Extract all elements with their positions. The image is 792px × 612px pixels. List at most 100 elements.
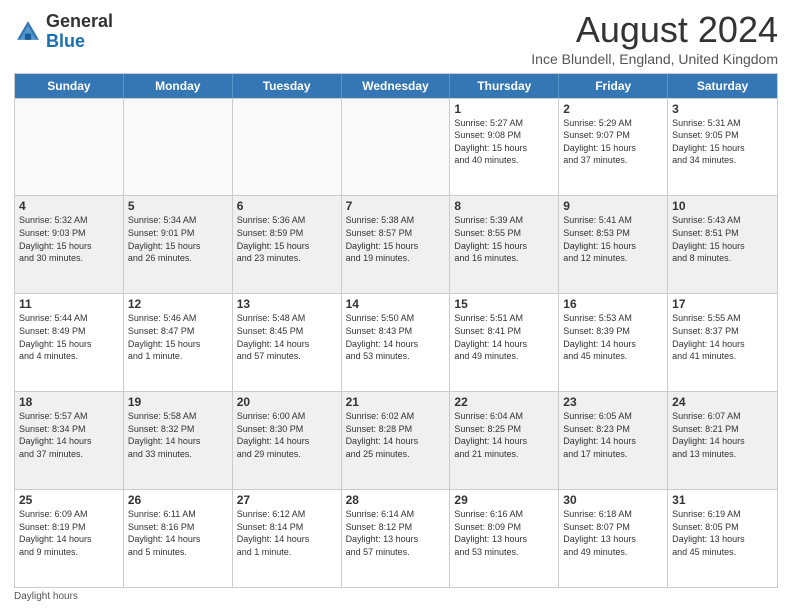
day-info: Sunrise: 6:11 AM Sunset: 8:16 PM Dayligh… [128,508,228,558]
day-cell-11: 11Sunrise: 5:44 AM Sunset: 8:49 PM Dayli… [15,294,124,391]
day-info: Sunrise: 6:04 AM Sunset: 8:25 PM Dayligh… [454,410,554,460]
day-cell-28: 28Sunrise: 6:14 AM Sunset: 8:12 PM Dayli… [342,490,451,587]
day-cell-6: 6Sunrise: 5:36 AM Sunset: 8:59 PM Daylig… [233,196,342,293]
day-cell-19: 19Sunrise: 5:58 AM Sunset: 8:32 PM Dayli… [124,392,233,489]
day-info: Sunrise: 6:00 AM Sunset: 8:30 PM Dayligh… [237,410,337,460]
day-number: 28 [346,493,446,507]
day-info: Sunrise: 5:38 AM Sunset: 8:57 PM Dayligh… [346,214,446,264]
day-number: 13 [237,297,337,311]
header-sunday: Sunday [15,74,124,98]
day-cell-20: 20Sunrise: 6:00 AM Sunset: 8:30 PM Dayli… [233,392,342,489]
footer-note: Daylight hours [14,591,778,602]
day-cell-31: 31Sunrise: 6:19 AM Sunset: 8:05 PM Dayli… [668,490,777,587]
day-cell-27: 27Sunrise: 6:12 AM Sunset: 8:14 PM Dayli… [233,490,342,587]
day-number: 3 [672,102,773,116]
day-cell-24: 24Sunrise: 6:07 AM Sunset: 8:21 PM Dayli… [668,392,777,489]
day-cell-23: 23Sunrise: 6:05 AM Sunset: 8:23 PM Dayli… [559,392,668,489]
header-thursday: Thursday [450,74,559,98]
day-number: 17 [672,297,773,311]
day-number: 29 [454,493,554,507]
day-number: 10 [672,199,773,213]
header: General Blue August 2024 Ince Blundell, … [14,10,778,67]
day-cell-16: 16Sunrise: 5:53 AM Sunset: 8:39 PM Dayli… [559,294,668,391]
calendar-week-5: 25Sunrise: 6:09 AM Sunset: 8:19 PM Dayli… [15,489,777,587]
day-info: Sunrise: 6:02 AM Sunset: 8:28 PM Dayligh… [346,410,446,460]
day-cell-29: 29Sunrise: 6:16 AM Sunset: 8:09 PM Dayli… [450,490,559,587]
day-cell-14: 14Sunrise: 5:50 AM Sunset: 8:43 PM Dayli… [342,294,451,391]
calendar-week-3: 11Sunrise: 5:44 AM Sunset: 8:49 PM Dayli… [15,293,777,391]
day-number: 18 [19,395,119,409]
day-info: Sunrise: 5:58 AM Sunset: 8:32 PM Dayligh… [128,410,228,460]
day-info: Sunrise: 6:19 AM Sunset: 8:05 PM Dayligh… [672,508,773,558]
logo-icon [14,18,42,46]
day-cell-3: 3Sunrise: 5:31 AM Sunset: 9:05 PM Daylig… [668,99,777,196]
day-number: 14 [346,297,446,311]
calendar: Sunday Monday Tuesday Wednesday Thursday… [14,73,778,588]
day-info: Sunrise: 5:48 AM Sunset: 8:45 PM Dayligh… [237,312,337,362]
day-info: Sunrise: 5:53 AM Sunset: 8:39 PM Dayligh… [563,312,663,362]
day-info: Sunrise: 5:29 AM Sunset: 9:07 PM Dayligh… [563,117,663,167]
title-block: August 2024 Ince Blundell, England, Unit… [531,10,778,67]
calendar-week-2: 4Sunrise: 5:32 AM Sunset: 9:03 PM Daylig… [15,195,777,293]
day-number: 31 [672,493,773,507]
day-info: Sunrise: 5:36 AM Sunset: 8:59 PM Dayligh… [237,214,337,264]
day-info: Sunrise: 6:12 AM Sunset: 8:14 PM Dayligh… [237,508,337,558]
day-info: Sunrise: 5:31 AM Sunset: 9:05 PM Dayligh… [672,117,773,167]
empty-cell [233,99,342,196]
day-number: 24 [672,395,773,409]
day-info: Sunrise: 5:57 AM Sunset: 8:34 PM Dayligh… [19,410,119,460]
day-number: 30 [563,493,663,507]
calendar-header: Sunday Monday Tuesday Wednesday Thursday… [15,74,777,98]
day-number: 4 [19,199,119,213]
header-tuesday: Tuesday [233,74,342,98]
day-cell-21: 21Sunrise: 6:02 AM Sunset: 8:28 PM Dayli… [342,392,451,489]
day-cell-22: 22Sunrise: 6:04 AM Sunset: 8:25 PM Dayli… [450,392,559,489]
calendar-body: 1Sunrise: 5:27 AM Sunset: 9:08 PM Daylig… [15,98,777,587]
day-cell-7: 7Sunrise: 5:38 AM Sunset: 8:57 PM Daylig… [342,196,451,293]
day-cell-26: 26Sunrise: 6:11 AM Sunset: 8:16 PM Dayli… [124,490,233,587]
day-info: Sunrise: 5:55 AM Sunset: 8:37 PM Dayligh… [672,312,773,362]
day-number: 2 [563,102,663,116]
header-friday: Friday [559,74,668,98]
day-cell-12: 12Sunrise: 5:46 AM Sunset: 8:47 PM Dayli… [124,294,233,391]
subtitle: Ince Blundell, England, United Kingdom [531,51,778,67]
calendar-week-4: 18Sunrise: 5:57 AM Sunset: 8:34 PM Dayli… [15,391,777,489]
day-number: 8 [454,199,554,213]
logo: General Blue [14,12,113,52]
day-number: 19 [128,395,228,409]
day-cell-15: 15Sunrise: 5:51 AM Sunset: 8:41 PM Dayli… [450,294,559,391]
day-info: Sunrise: 5:46 AM Sunset: 8:47 PM Dayligh… [128,312,228,362]
day-info: Sunrise: 5:51 AM Sunset: 8:41 PM Dayligh… [454,312,554,362]
day-cell-5: 5Sunrise: 5:34 AM Sunset: 9:01 PM Daylig… [124,196,233,293]
day-info: Sunrise: 6:14 AM Sunset: 8:12 PM Dayligh… [346,508,446,558]
day-number: 27 [237,493,337,507]
logo-general: General [46,11,113,31]
day-cell-4: 4Sunrise: 5:32 AM Sunset: 9:03 PM Daylig… [15,196,124,293]
day-info: Sunrise: 5:50 AM Sunset: 8:43 PM Dayligh… [346,312,446,362]
header-monday: Monday [124,74,233,98]
day-info: Sunrise: 5:34 AM Sunset: 9:01 PM Dayligh… [128,214,228,264]
day-info: Sunrise: 6:05 AM Sunset: 8:23 PM Dayligh… [563,410,663,460]
day-cell-25: 25Sunrise: 6:09 AM Sunset: 8:19 PM Dayli… [15,490,124,587]
day-info: Sunrise: 6:16 AM Sunset: 8:09 PM Dayligh… [454,508,554,558]
day-number: 23 [563,395,663,409]
day-info: Sunrise: 5:44 AM Sunset: 8:49 PM Dayligh… [19,312,119,362]
day-number: 16 [563,297,663,311]
day-cell-13: 13Sunrise: 5:48 AM Sunset: 8:45 PM Dayli… [233,294,342,391]
day-info: Sunrise: 6:09 AM Sunset: 8:19 PM Dayligh… [19,508,119,558]
month-title: August 2024 [531,10,778,50]
day-cell-9: 9Sunrise: 5:41 AM Sunset: 8:53 PM Daylig… [559,196,668,293]
empty-cell [342,99,451,196]
day-number: 9 [563,199,663,213]
day-info: Sunrise: 5:32 AM Sunset: 9:03 PM Dayligh… [19,214,119,264]
calendar-week-1: 1Sunrise: 5:27 AM Sunset: 9:08 PM Daylig… [15,98,777,196]
day-number: 1 [454,102,554,116]
day-number: 15 [454,297,554,311]
day-cell-8: 8Sunrise: 5:39 AM Sunset: 8:55 PM Daylig… [450,196,559,293]
day-number: 21 [346,395,446,409]
day-number: 6 [237,199,337,213]
day-cell-10: 10Sunrise: 5:43 AM Sunset: 8:51 PM Dayli… [668,196,777,293]
day-number: 25 [19,493,119,507]
day-info: Sunrise: 6:18 AM Sunset: 8:07 PM Dayligh… [563,508,663,558]
day-info: Sunrise: 5:43 AM Sunset: 8:51 PM Dayligh… [672,214,773,264]
